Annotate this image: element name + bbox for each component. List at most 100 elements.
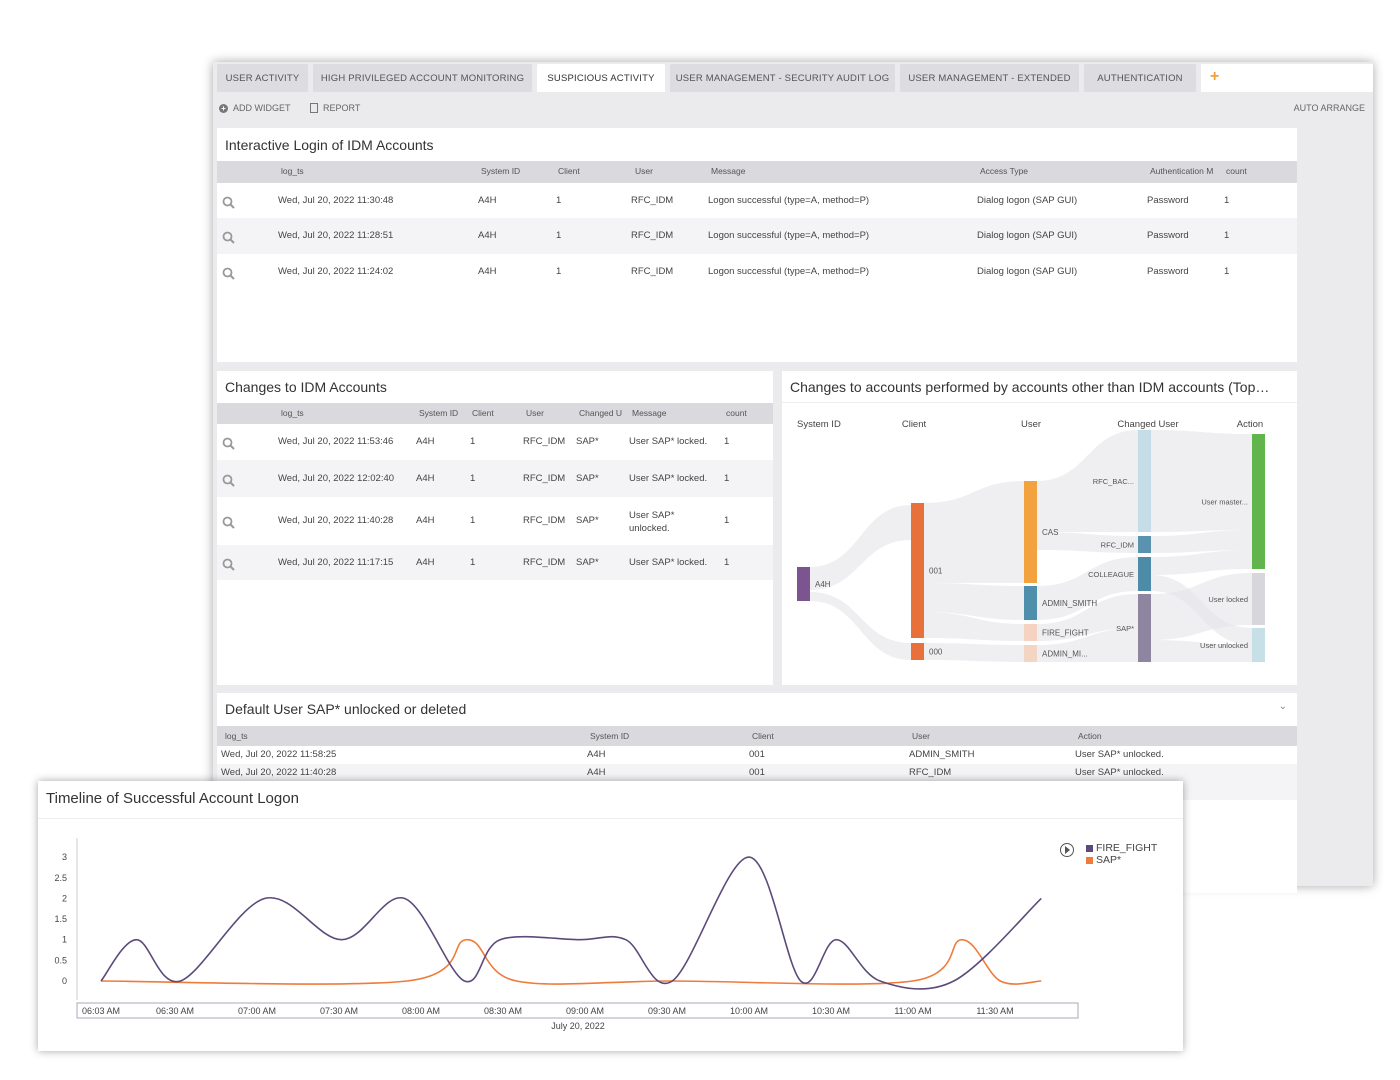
sankey-node[interactable] — [911, 503, 924, 638]
sankey-link[interactable] — [1151, 550, 1252, 575]
cell-user: RFC_IDM — [523, 436, 566, 447]
column-header[interactable]: Client — [472, 408, 494, 418]
column-header[interactable]: Authentication M — [1150, 166, 1213, 176]
column-header[interactable]: User — [635, 166, 653, 176]
legend-label[interactable]: SAP* — [1096, 854, 1121, 866]
table-row[interactable]: Wed, Jul 20, 2022 11:53:46 A4H 1 RFC_IDM SAP… — [217, 424, 773, 460]
column-header[interactable]: Message — [711, 166, 746, 176]
sankey-node[interactable] — [911, 643, 924, 660]
panel-title: Default User SAP* unlocked or deleted — [225, 701, 467, 717]
tab-high-privileged-account-monitoring[interactable]: HIGH PRIVILEGED ACCOUNT MONITORING — [313, 64, 532, 92]
play-icon[interactable] — [1060, 843, 1074, 857]
table-row[interactable]: Wed, Jul 20, 2022 12:02:40 A4H 1 RFC_IDM SAP… — [217, 460, 773, 497]
column-header[interactable]: log_ts — [225, 731, 248, 741]
table-header: log_ts System ID Client User Changed U Messag… — [217, 403, 773, 424]
tab-user-management-extended[interactable]: USER MANAGEMENT - EXTENDED — [900, 64, 1079, 92]
sankey-link[interactable] — [1151, 530, 1252, 553]
table-row[interactable]: Wed, Jul 20, 2022 11:28:51 A4H 1 RFC_IDM Log… — [217, 218, 1297, 254]
search-icon[interactable] — [222, 437, 235, 450]
column-header[interactable]: log_ts — [281, 408, 304, 418]
search-icon[interactable] — [222, 558, 235, 571]
column-header[interactable]: count — [726, 408, 747, 418]
column-header[interactable]: Message — [632, 408, 667, 418]
x-axis-label: July 20, 2022 — [551, 1021, 605, 1031]
cell-system-id: A4H — [587, 767, 606, 778]
sankey-node[interactable] — [1024, 481, 1037, 583]
search-icon[interactable] — [222, 516, 235, 529]
search-icon[interactable] — [222, 231, 235, 244]
column-header[interactable]: Changed U — [579, 408, 622, 418]
column-header[interactable]: count — [1226, 166, 1247, 176]
cell-log-ts: Wed, Jul 20, 2022 11:53:46 — [278, 436, 394, 447]
add-circle-icon: + — [219, 103, 228, 113]
sankey-column-header: User — [1021, 419, 1041, 430]
cell-changed-u: SAP* — [576, 515, 599, 526]
search-icon[interactable] — [222, 196, 235, 209]
report-button[interactable]: REPORT — [310, 103, 360, 113]
column-header[interactable]: User — [912, 731, 930, 741]
cell-system-id: A4H — [478, 194, 497, 206]
column-header[interactable]: Action — [1078, 731, 1102, 741]
cell-client: 001 — [749, 749, 765, 760]
table-row[interactable]: Wed, Jul 20, 2022 11:40:28 A4H 1 RFC_IDM SAP… — [217, 497, 773, 545]
series-line-fire-fight[interactable] — [100, 856, 1042, 990]
series-line-sap-[interactable] — [100, 938, 1042, 985]
cell-message: User SAP* unlocked. — [629, 510, 675, 534]
tab-authentication[interactable]: AUTHENTICATION — [1084, 64, 1196, 92]
tab-user-management-security-audit-log[interactable]: USER MANAGEMENT - SECURITY AUDIT LOG — [670, 64, 895, 92]
column-header[interactable]: Client — [752, 731, 774, 741]
sankey-node[interactable] — [1138, 536, 1151, 553]
legend-label[interactable]: FIRE_FIGHT — [1096, 842, 1158, 854]
search-icon[interactable] — [222, 267, 235, 280]
dashboard-window: USER ACTIVITY HIGH PRIVILEGED ACCOUNT MON… — [213, 62, 1373, 893]
timeline-chart: 0 0.5 1 1.5 2 2.5 3 06:03 AM 06:30 AM 07:00 AM 07:… — [54, 838, 1158, 1031]
column-header[interactable]: User — [526, 408, 544, 418]
x-tick-label: 11:30 AM — [976, 1006, 1013, 1016]
column-header[interactable]: Access Type — [980, 166, 1028, 176]
sankey-node[interactable] — [797, 567, 810, 601]
table-row[interactable]: Wed, Jul 20, 2022 11:24:02 A4H 1 RFC_IDM Log… — [217, 254, 1297, 289]
sankey-node[interactable] — [1252, 628, 1265, 662]
add-tab-plus-icon[interactable]: + — [1210, 68, 1219, 86]
sankey-link[interactable] — [1151, 430, 1252, 532]
sankey-link[interactable] — [810, 505, 911, 590]
sankey-node[interactable] — [1138, 594, 1151, 662]
sankey-node[interactable] — [1024, 645, 1037, 662]
cell-system-id: A4H — [416, 556, 435, 568]
sankey-node[interactable] — [1138, 557, 1151, 591]
column-header[interactable]: System ID — [481, 166, 520, 176]
cell-client: 1 — [470, 515, 476, 526]
search-icon[interactable] — [222, 474, 235, 487]
cell-message: User SAP* locked. — [629, 556, 708, 568]
chevron-down-icon[interactable]: ⌄ — [1279, 701, 1287, 712]
column-header[interactable]: log_ts — [281, 166, 304, 176]
column-header[interactable]: Client — [558, 166, 580, 176]
tab-strip-fill — [1201, 64, 1373, 92]
timeline-panel: Timeline of Successful Account Logon 0 0.… — [38, 781, 1183, 1051]
add-widget-button[interactable]: + ADD WIDGET — [219, 103, 291, 113]
tab-user-activity[interactable]: USER ACTIVITY — [217, 64, 308, 92]
table-row[interactable]: Wed, Jul 20, 2022 11:17:15 A4H 1 RFC_IDM SAP… — [217, 545, 773, 580]
cell-client: 1 — [556, 194, 562, 206]
sankey-node[interactable] — [1138, 430, 1151, 532]
column-header[interactable]: System ID — [590, 731, 629, 741]
sankey-link[interactable] — [810, 592, 911, 660]
cell-count: 1 — [724, 515, 730, 526]
cell-client: 001 — [749, 767, 765, 778]
table-row[interactable]: Wed, Jul 20, 2022 11:58:25 A4H 001 ADMIN_SM… — [217, 746, 1297, 764]
sankey-node[interactable] — [1252, 573, 1265, 625]
sankey-node[interactable] — [1252, 434, 1265, 569]
cell-system-id: A4H — [416, 472, 435, 484]
sankey-node[interactable] — [1024, 624, 1037, 641]
sankey-node[interactable] — [1024, 586, 1037, 620]
cell-user: RFC_IDM — [631, 265, 674, 277]
column-header[interactable]: System ID — [419, 408, 458, 418]
table-row[interactable]: Wed, Jul 20, 2022 11:40:28 A4H 001 RFC_IDM U… — [217, 764, 1297, 782]
sankey-chart: System ID Client User Changed User Action A4H… — [797, 419, 1265, 662]
auto-arrange-button[interactable]: AUTO ARRANGE — [1294, 103, 1365, 113]
tab-suspicious-activity[interactable]: SUSPICIOUS ACTIVITY — [537, 64, 665, 92]
x-tick-label: 08:30 AM — [484, 1006, 522, 1016]
table-row[interactable]: Wed, Jul 20, 2022 11:30:48 A4H 1 RFC_IDM Log… — [217, 183, 1297, 218]
cell-client: 1 — [470, 436, 476, 447]
panel-title: Interactive Login of IDM Accounts — [225, 137, 434, 153]
